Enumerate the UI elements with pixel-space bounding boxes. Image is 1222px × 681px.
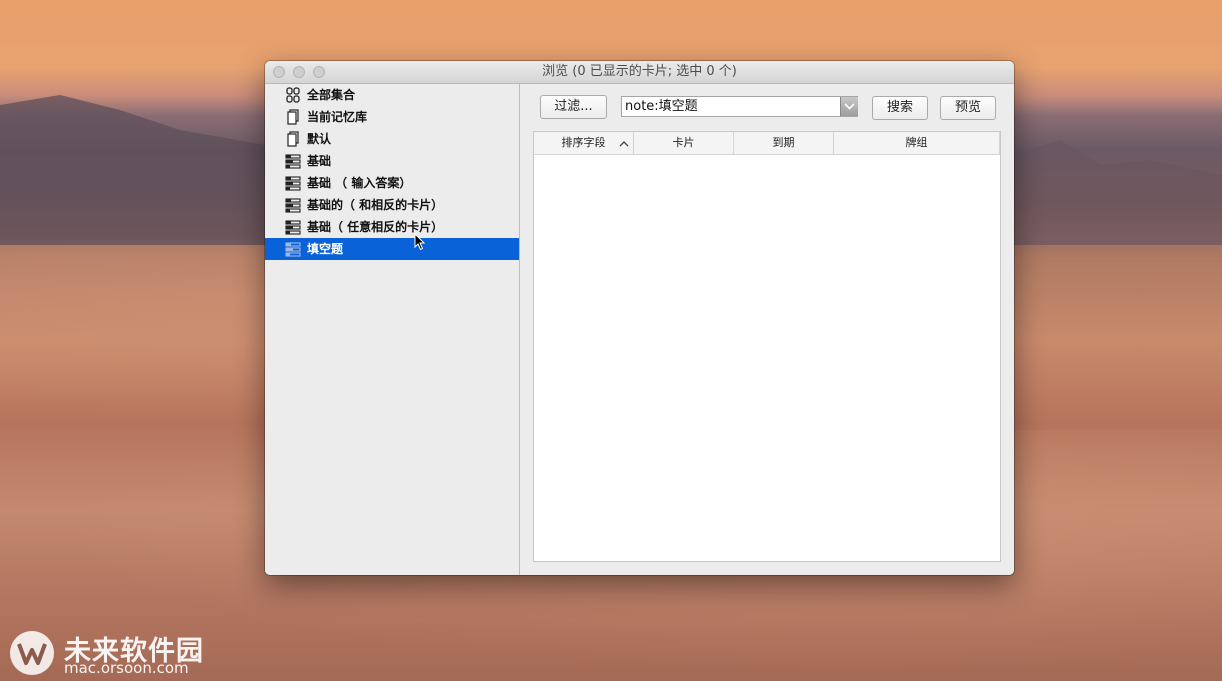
deck-icon	[287, 109, 299, 125]
sidebar-item-default-deck[interactable]: 默认	[265, 128, 519, 150]
sidebar-item-basic-reversed[interactable]: 基础的（ 和相反的卡片）	[265, 194, 519, 216]
sidebar-item-label: 当前记忆库	[307, 110, 368, 124]
column-header-card[interactable]: 卡片	[634, 132, 734, 154]
column-header-sort-field[interactable]: 排序字段	[534, 132, 634, 154]
watermark-logo-icon	[10, 631, 54, 675]
title-bar[interactable]: 浏览 (0 已显示的卡片; 选中 0 个)	[265, 61, 1014, 84]
sidebar-item-all-collections[interactable]: 全部集合	[265, 84, 519, 106]
table-header: 排序字段 卡片 到期 牌组	[534, 132, 1000, 155]
sidebar-item-basic[interactable]: 基础	[265, 150, 519, 172]
browse-window: 浏览 (0 已显示的卡片; 选中 0 个) 全部集合 当前记忆库 默认 基础 基…	[265, 61, 1014, 575]
note-type-icon	[285, 242, 301, 257]
collection-icon	[286, 87, 300, 103]
watermark: 未来软件园 mac.orsoon.com	[10, 629, 210, 677]
sidebar-item-cloze[interactable]: 填空题	[265, 238, 519, 260]
card-table[interactable]: 排序字段 卡片 到期 牌组	[533, 131, 1001, 562]
sidebar-item-label: 填空题	[307, 242, 344, 256]
note-type-icon	[285, 220, 301, 235]
sidebar-item-basic-type-answer[interactable]: 基础 （ 输入答案）	[265, 172, 519, 194]
sidebar-item-basic-optional-reversed[interactable]: 基础（ 任意相反的卡片）	[265, 216, 519, 238]
sidebar-item-label: 基础 （ 输入答案）	[307, 176, 412, 190]
sidebar-item-label: 全部集合	[307, 88, 356, 102]
column-header-label: 排序字段	[561, 136, 606, 149]
mouse-pointer-icon	[414, 233, 426, 251]
search-input[interactable]: note:填空题	[621, 96, 858, 117]
deck-icon	[287, 131, 299, 147]
chevron-down-icon	[844, 103, 855, 110]
sidebar: 全部集合 当前记忆库 默认 基础 基础 （ 输入答案） 基础的（ 和相反的卡片）…	[265, 84, 520, 575]
note-type-icon	[285, 176, 301, 191]
column-header-deck[interactable]: 牌组	[834, 132, 1000, 154]
note-type-icon	[285, 154, 301, 169]
note-type-icon	[285, 198, 301, 213]
sidebar-item-label: 默认	[307, 132, 332, 146]
sidebar-item-label: 基础	[307, 154, 332, 168]
watermark-url: mac.orsoon.com	[64, 659, 189, 677]
window-title: 浏览 (0 已显示的卡片; 选中 0 个)	[542, 64, 737, 79]
search-history-dropdown[interactable]	[840, 97, 858, 116]
column-header-due[interactable]: 到期	[734, 132, 834, 154]
filter-button[interactable]: 过滤...	[540, 95, 607, 119]
search-button[interactable]: 搜索	[872, 96, 928, 120]
main-panel: 过滤... note:填空题 搜索 预览 排序字段 卡片 到期 牌组	[520, 84, 1014, 575]
sort-ascending-icon	[619, 141, 629, 147]
preview-button[interactable]: 预览	[940, 96, 996, 120]
sidebar-item-label: 基础的（ 和相反的卡片）	[307, 198, 444, 212]
sidebar-item-current-deck[interactable]: 当前记忆库	[265, 106, 519, 128]
